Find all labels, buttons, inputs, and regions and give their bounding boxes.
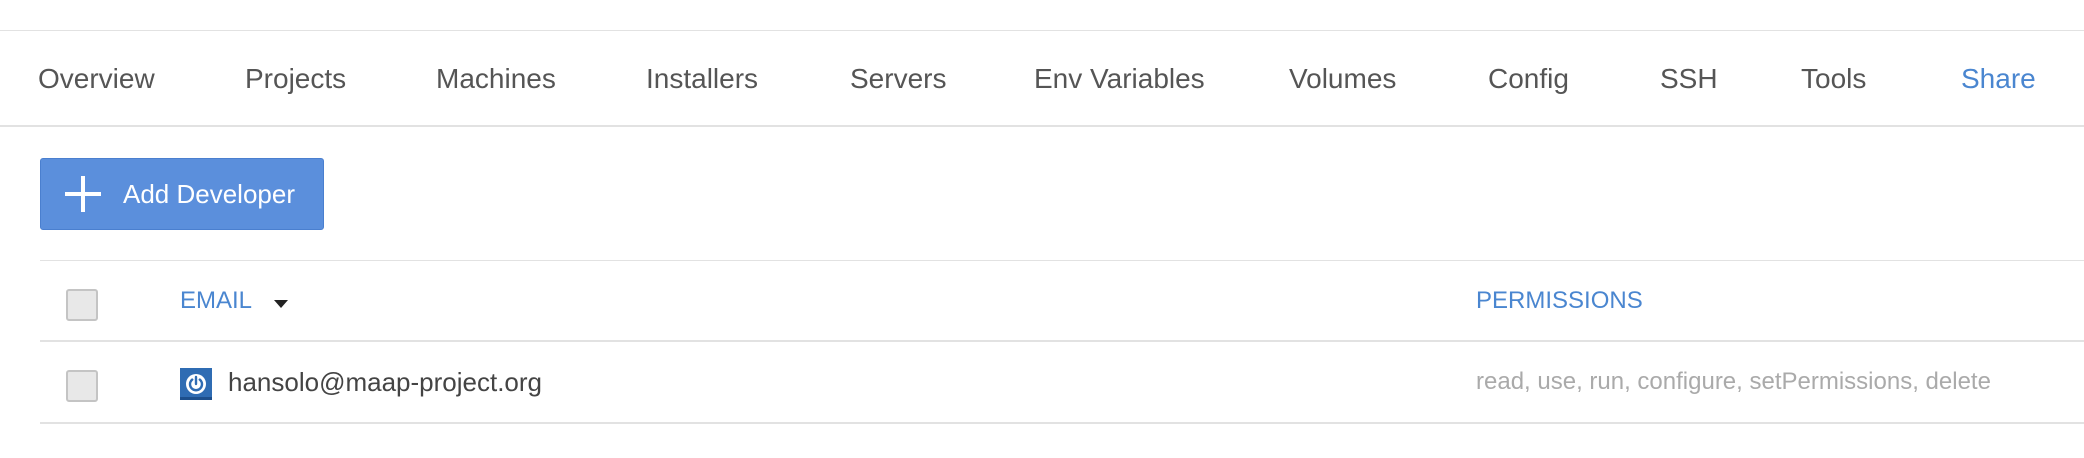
add-developer-button[interactable]: Add Developer: [40, 158, 324, 230]
tab-tools[interactable]: Tools: [1801, 31, 1866, 127]
developer-permissions: read, use, run, configure, setPermission…: [1476, 368, 1991, 395]
developer-email: hansolo@maap-project.org: [228, 367, 543, 397]
tab-projects[interactable]: Projects: [245, 31, 346, 127]
power-icon: [180, 368, 212, 400]
email-column-header[interactable]: EMAIL: [180, 261, 289, 341]
tab-share[interactable]: Share: [1961, 31, 2036, 127]
table-header: EMAIL PERMISSIONS: [40, 260, 2084, 342]
tab-ssh[interactable]: SSH: [1660, 31, 1718, 127]
tab-env-variables[interactable]: Env Variables: [1034, 31, 1205, 127]
tab-machines[interactable]: Machines: [436, 31, 556, 127]
developers-table: EMAIL PERMISSIONS hansolo@maap-project.o…: [40, 260, 2084, 424]
tab-installers[interactable]: Installers: [646, 31, 758, 127]
row-checkbox[interactable]: [66, 370, 98, 402]
table-row: hansolo@maap-project.org read, use, run,…: [40, 342, 2084, 424]
tab-servers[interactable]: Servers: [850, 31, 946, 127]
tab-bar: Overview Projects Machines Installers Se…: [0, 31, 2084, 127]
tab-overview[interactable]: Overview: [38, 31, 155, 127]
email-column-label: EMAIL: [180, 287, 253, 314]
plus-icon: [65, 176, 101, 212]
caret-down-icon: [274, 299, 289, 308]
tab-config[interactable]: Config: [1488, 31, 1569, 127]
select-all-checkbox[interactable]: [66, 289, 98, 321]
tab-volumes[interactable]: Volumes: [1289, 31, 1396, 127]
permissions-column-header: PERMISSIONS: [1476, 287, 1643, 314]
add-developer-label: Add Developer: [123, 178, 295, 209]
